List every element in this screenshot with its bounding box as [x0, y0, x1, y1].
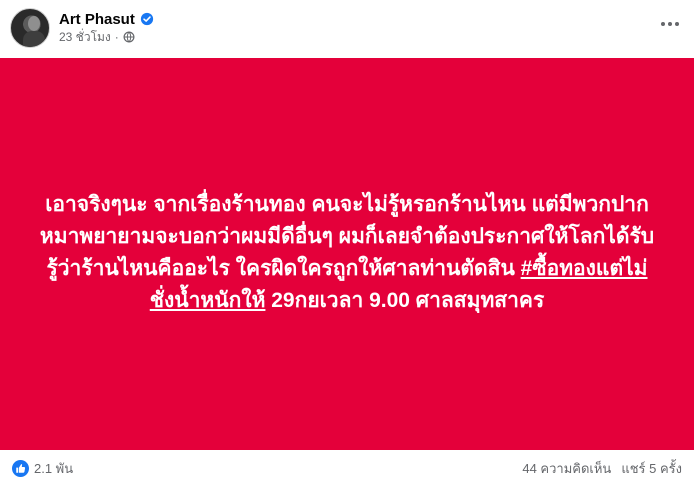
author-name-row: Art Phasut	[59, 10, 154, 28]
author-name[interactable]: Art Phasut	[59, 11, 135, 28]
post-stats: 44 ความคิดเห็น แชร์ 5 ครั้ง	[522, 458, 682, 479]
like-icon	[12, 460, 29, 477]
more-options-icon[interactable]	[655, 12, 685, 36]
share-count[interactable]: แชร์ 5 ครั้ง	[621, 458, 682, 479]
reaction-count: 2.1 พัน	[34, 461, 74, 476]
comment-count[interactable]: 44 ความคิดเห็น	[522, 458, 611, 479]
reactions-summary[interactable]: 2.1 พัน	[12, 458, 73, 479]
author-avatar[interactable]	[10, 8, 50, 48]
post-text-tail: 29กยเวลา 9.00 ศาลสมุทสาคร	[265, 289, 545, 312]
post-footer: 2.1 พัน 44 ความคิดเห็น แชร์ 5 ครั้ง	[0, 450, 694, 482]
post-text: เอาจริงๆนะ จากเรื่องร้านทอง คนจะไม่รู้หร…	[37, 189, 657, 317]
verified-badge-icon	[140, 12, 153, 26]
post-content-card: เอาจริงๆนะ จากเรื่องร้านทอง คนจะไม่รู้หร…	[0, 58, 694, 450]
post-timestamp[interactable]: 23 ชั่วโมง	[59, 28, 111, 47]
globe-icon[interactable]	[123, 31, 135, 43]
post-meta: 23 ชั่วโมง ·	[59, 30, 135, 44]
meta-separator: ·	[114, 30, 119, 44]
post-header: Art Phasut 23 ชั่วโมง ·	[0, 0, 694, 58]
